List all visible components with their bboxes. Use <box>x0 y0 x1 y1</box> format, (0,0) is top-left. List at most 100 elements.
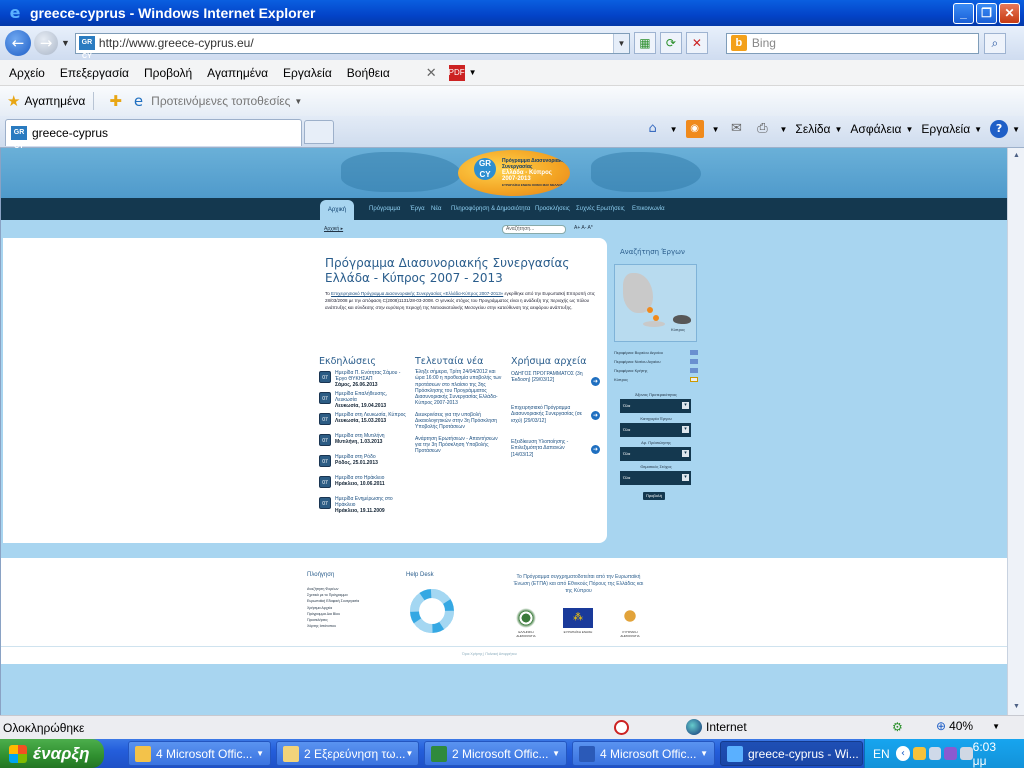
forward-button[interactable]: → <box>34 31 58 55</box>
pdf-icon[interactable]: PDF <box>448 64 465 81</box>
tab-greece-cyprus[interactable]: GR CY greece-cyprus <box>5 119 302 150</box>
language-indicator[interactable]: EN <box>873 747 890 761</box>
menu-file[interactable]: Αρχείο <box>9 66 45 80</box>
address-url[interactable]: http://www.greece-cyprus.eu/ <box>99 36 254 50</box>
safety-dropdown-icon[interactable]: ▼ <box>906 125 914 134</box>
region-south-aegean[interactable]: Περιφέρεια Νοτίου Αιγαίου <box>614 359 698 364</box>
map-cyprus[interactable] <box>673 315 691 324</box>
add-favorites-icon[interactable]: ✚ <box>109 92 122 110</box>
nav-contact[interactable]: Επικοινωνία <box>632 198 665 220</box>
menu-view[interactable]: Προβολή <box>144 66 192 80</box>
rss-icon[interactable]: ◉ <box>685 120 704 138</box>
footer-legal[interactable]: Όροι Χρήσης | Πολιτική Απορρήτου <box>462 652 517 656</box>
print-icon[interactable]: ⎙ <box>754 120 772 138</box>
news-item[interactable]: Διευκρινίσεις για την υποβολή Δικαιολογη… <box>415 412 505 431</box>
download-arrow-icon[interactable]: ➜ <box>591 445 600 454</box>
maximize-button[interactable]: ❐ <box>976 3 997 24</box>
file-item[interactable]: Εξειδίκευση Υλοποίησης - Επιλεξιμότητα Δ… <box>511 439 601 469</box>
file-link[interactable]: ΟΔΗΓΟΣ ΠΡΟΓΡΑΜΜΑΤΟΣ (3η Έκδοση) [29/03/1… <box>511 371 583 384</box>
nav-home[interactable]: Αρχική <box>320 200 354 220</box>
address-dropdown-icon[interactable]: ▼ <box>612 33 629 53</box>
protected-mode-icon[interactable]: ⚙ <box>892 720 903 734</box>
event-item[interactable]: 07 Ημερίδα στο Ηράκλειο Ηράκλειο, 10.06.20… <box>319 475 385 493</box>
event-item[interactable]: 07 Ημερίδα Ενημέρωσης στο Ηράκλειο Ηράκλει… <box>319 496 393 514</box>
home-dropdown-icon[interactable]: ▼ <box>670 125 678 134</box>
file-link[interactable]: Εξειδίκευση Υλοποίησης - Επιλεξιμότητα Δ… <box>511 439 583 458</box>
event-item[interactable]: 07 Ημερίδα στη Ρόδο Ρόδος, 25.01.2013 <box>319 454 378 472</box>
taskbar-outlook[interactable]: 4 Microsoft Offic... ▼ <box>128 741 271 766</box>
suggested-dropdown-icon[interactable]: ▼ <box>294 97 302 106</box>
nav-projects[interactable]: Έργα <box>410 198 425 220</box>
breadcrumb[interactable]: Αρχική ▸ <box>324 226 343 232</box>
show-hidden-icons[interactable]: ‹ <box>895 746 911 761</box>
home-icon[interactable]: ⌂ <box>644 120 662 138</box>
tray-network-icon[interactable] <box>928 747 942 760</box>
vertical-scrollbar[interactable]: ▲ ▼ <box>1007 148 1024 715</box>
new-tab-button[interactable] <box>304 120 334 144</box>
taskbar-word[interactable]: 4 Microsoft Offic... ▼ <box>572 741 715 766</box>
help-dropdown-icon[interactable]: ▼ <box>1012 125 1020 134</box>
site-search-input[interactable]: Αναζήτηση... <box>502 225 566 234</box>
program-logo[interactable]: GR CY Πρόγραμμα Διασυνοριακής Συνεργασία… <box>458 150 570 196</box>
favorites-star-icon[interactable]: ★ <box>7 92 20 110</box>
start-button[interactable]: έναρξη <box>0 739 104 768</box>
nav-faq[interactable]: Συχνές Ερωτήσεις <box>576 198 625 220</box>
pdf-dropdown-icon[interactable]: ▼ <box>469 68 477 77</box>
font-size-controls[interactable]: A+ A- A* <box>574 225 593 231</box>
mail-icon[interactable]: ✉ <box>728 120 746 138</box>
file-item[interactable]: ΟΔΗΓΟΣ ΠΡΟΓΡΑΜΜΑΤΟΣ (3η Έκδοση) [29/03/1… <box>511 371 601 401</box>
history-dropdown-icon[interactable]: ▼ <box>61 38 70 48</box>
favorites-button[interactable]: Αγαπημένα <box>24 94 85 108</box>
footer-link[interactable]: Χάρτης Ιστότοπου <box>307 623 359 629</box>
search-icon[interactable]: ⌕ <box>983 32 1006 54</box>
tray-volume-icon[interactable] <box>960 747 973 760</box>
filter-axis-select[interactable]: Όλα ▾ <box>620 399 691 413</box>
download-arrow-icon[interactable]: ➜ <box>591 411 600 420</box>
footer-link[interactable]: Ευρωπαϊκή Εδαφική Συνεργασία <box>307 598 359 604</box>
menu-favorites[interactable]: Αγαπημένα <box>207 66 268 80</box>
close-toolbar-icon[interactable]: ✕ <box>426 65 437 81</box>
print-dropdown-icon[interactable]: ▼ <box>780 125 788 134</box>
filter-goal-select[interactable]: Όλα ▾ <box>620 471 691 485</box>
menu-help[interactable]: Βοήθεια <box>347 66 390 80</box>
event-item[interactable]: 07 Ημερίδα Επαλήθευσης, Λευκωσία Λευκωσία,… <box>319 391 387 409</box>
page-dropdown-icon[interactable]: ▼ <box>834 125 842 134</box>
map-crete[interactable] <box>643 321 665 327</box>
file-link[interactable]: Επιχειρησιακό Πρόγραμμα Διασυνοριακής Συ… <box>511 405 583 424</box>
popup-blocked-icon[interactable] <box>614 720 629 735</box>
region-map[interactable]: Κύπρος <box>614 264 697 342</box>
help-icon[interactable]: ? <box>990 120 1009 138</box>
search-box[interactable]: b Bing <box>725 32 979 54</box>
event-title[interactable]: Ημερίδα Ενημέρωσης στο Ηράκλειο <box>335 496 393 508</box>
event-title[interactable]: Ημερίδα Επαλήθευσης, Λευκωσία <box>335 391 387 403</box>
tray-app-icon[interactable] <box>913 747 926 760</box>
zoom-control[interactable]: ⊕ 40% ▼ <box>936 719 1000 733</box>
refresh-icon[interactable]: ⟳ <box>659 32 682 54</box>
helpdesk-icon[interactable] <box>410 589 454 633</box>
tools-menu[interactable]: Εργαλεία <box>921 122 970 136</box>
tray-security-icon[interactable] <box>944 747 958 760</box>
search-projects-button[interactable]: Προβολή <box>643 492 665 500</box>
nav-information[interactable]: Πληροφόρηση & Δημοσιότητα <box>451 198 530 220</box>
tools-dropdown-icon[interactable]: ▼ <box>974 125 982 134</box>
taskbar-excel[interactable]: 2 Microsoft Offic... ▼ <box>424 741 567 766</box>
close-button[interactable]: ✕ <box>999 3 1020 24</box>
news-item[interactable]: Έληξε σήμερα, Τρίτη 24/04/2012 και ώρα 1… <box>415 369 505 407</box>
nav-program[interactable]: Πρόγραμμα <box>369 198 400 220</box>
nav-calls[interactable]: Προσκλήσεις <box>535 198 570 220</box>
news-item[interactable]: Ανάρτηση Ερωτήσεων - Απαντήσεων για την … <box>415 436 505 455</box>
back-button[interactable]: ← <box>5 30 31 56</box>
menu-tools[interactable]: Εργαλεία <box>283 66 332 80</box>
taskbar-ie[interactable]: greece-cyprus - Wi... <box>720 741 863 766</box>
scroll-up-icon[interactable]: ▲ <box>1008 148 1024 164</box>
nav-news[interactable]: Νέα <box>431 198 441 220</box>
safety-menu[interactable]: Ασφάλεια <box>850 122 901 136</box>
page-menu[interactable]: Σελίδα <box>795 122 830 136</box>
filter-call-select[interactable]: Όλα ▾ <box>620 447 691 461</box>
event-title[interactable]: Ημερίδα Π. Ενότητας Σάμου - Έργο ΘΥΚΗΣΑΠ <box>335 370 400 382</box>
filter-category-select[interactable]: Όλα ▾ <box>620 423 691 437</box>
compatibility-view-icon[interactable]: ▦ <box>633 32 656 54</box>
event-item[interactable]: 07 Ημερίδα στη Μυτιλήνη Μυτιλήνη, 1.03.201… <box>319 433 385 451</box>
intro-link[interactable]: Επιχειρησιακό Πρόγραμμα Διασυνοριακής Συ… <box>331 291 503 296</box>
clock[interactable]: 6:03 μμ <box>973 740 1012 768</box>
